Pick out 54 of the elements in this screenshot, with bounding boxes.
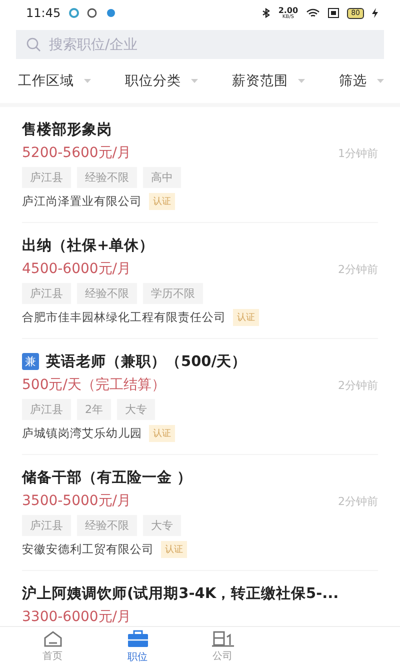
part-time-badge: 兼 — [22, 353, 39, 370]
job-tag: 高中 — [143, 167, 181, 188]
company-name: 庐江尚泽置业有限公司 — [22, 194, 142, 209]
job-tag: 庐江县 — [22, 283, 71, 304]
filter-dropdown[interactable]: 薪资范围 — [232, 72, 288, 90]
verified-badge: 认证 — [149, 425, 175, 442]
briefcase-icon — [126, 630, 148, 648]
company-name: 庐城镇岗湾艾乐幼儿园 — [22, 426, 142, 441]
salary: 4500-6000元/月 — [22, 260, 132, 278]
filter-dropdown[interactable]: 职位分类 — [125, 72, 181, 90]
job-tag: 大专 — [117, 399, 155, 420]
home-icon — [42, 630, 62, 646]
post-time: 2分钟前 — [338, 262, 378, 276]
post-time: 2分钟前 — [338, 378, 378, 392]
job-tag: 经验不限 — [77, 167, 137, 188]
wifi-icon — [306, 8, 320, 18]
salary: 3300-6000元/月 — [22, 608, 132, 626]
job-tag: 学历不限 — [143, 283, 203, 304]
post-time: 2分钟前 — [338, 494, 378, 508]
caret-icon — [191, 79, 198, 83]
verified-badge: 认证 — [233, 309, 259, 326]
job-tag: 经验不限 — [77, 283, 137, 304]
charging-icon — [372, 8, 378, 18]
job-title[interactable]: 售楼部形象岗 — [22, 120, 112, 139]
job-tag: 大专 — [143, 515, 181, 536]
job-title[interactable]: 英语老师（兼职）（500/天） — [46, 352, 247, 371]
nav-tab[interactable]: 职位 — [95, 627, 180, 666]
filter-dropdown[interactable]: 工作区域 — [18, 72, 74, 90]
job-title[interactable]: 沪上阿姨调饮师(试用期3-4K，转正缴社保5-... — [22, 584, 339, 603]
salary: 500元/天（完工结算） — [22, 376, 166, 394]
search-icon — [26, 37, 41, 52]
verified-badge: 认证 — [161, 541, 187, 558]
job-tag: 庐江县 — [22, 167, 71, 188]
salary: 3500-5000元/月 — [22, 492, 132, 510]
search-placeholder: 搜索职位/企业 — [49, 36, 138, 54]
job-tag: 2年 — [77, 399, 111, 420]
verified-badge: 认证 — [149, 193, 175, 210]
filter-dropdown[interactable]: 筛选 — [339, 72, 367, 90]
job-tag: 经验不限 — [77, 515, 137, 536]
sim-icon — [328, 8, 340, 18]
job-title[interactable]: 储备干部（有五险一金 ） — [22, 468, 192, 487]
caret-icon — [84, 79, 91, 83]
job-title[interactable]: 出纳（社保+单休） — [22, 236, 154, 255]
caret-icon — [377, 79, 384, 83]
company-name: 合肥市佳丰园林绿化工程有限责任公司 — [22, 310, 226, 325]
post-time: 1分钟前 — [338, 146, 378, 160]
company-name: 安徽安德利工贸有限公司 — [22, 542, 154, 557]
job-tag: 庐江县 — [22, 515, 71, 536]
building-icon — [212, 630, 234, 646]
job-tag: 庐江县 — [22, 399, 71, 420]
status-time: 11:45 — [26, 6, 61, 20]
caret-icon — [298, 79, 305, 83]
bluetooth-icon — [262, 8, 270, 18]
salary: 5200-5600元/月 — [22, 144, 132, 162]
